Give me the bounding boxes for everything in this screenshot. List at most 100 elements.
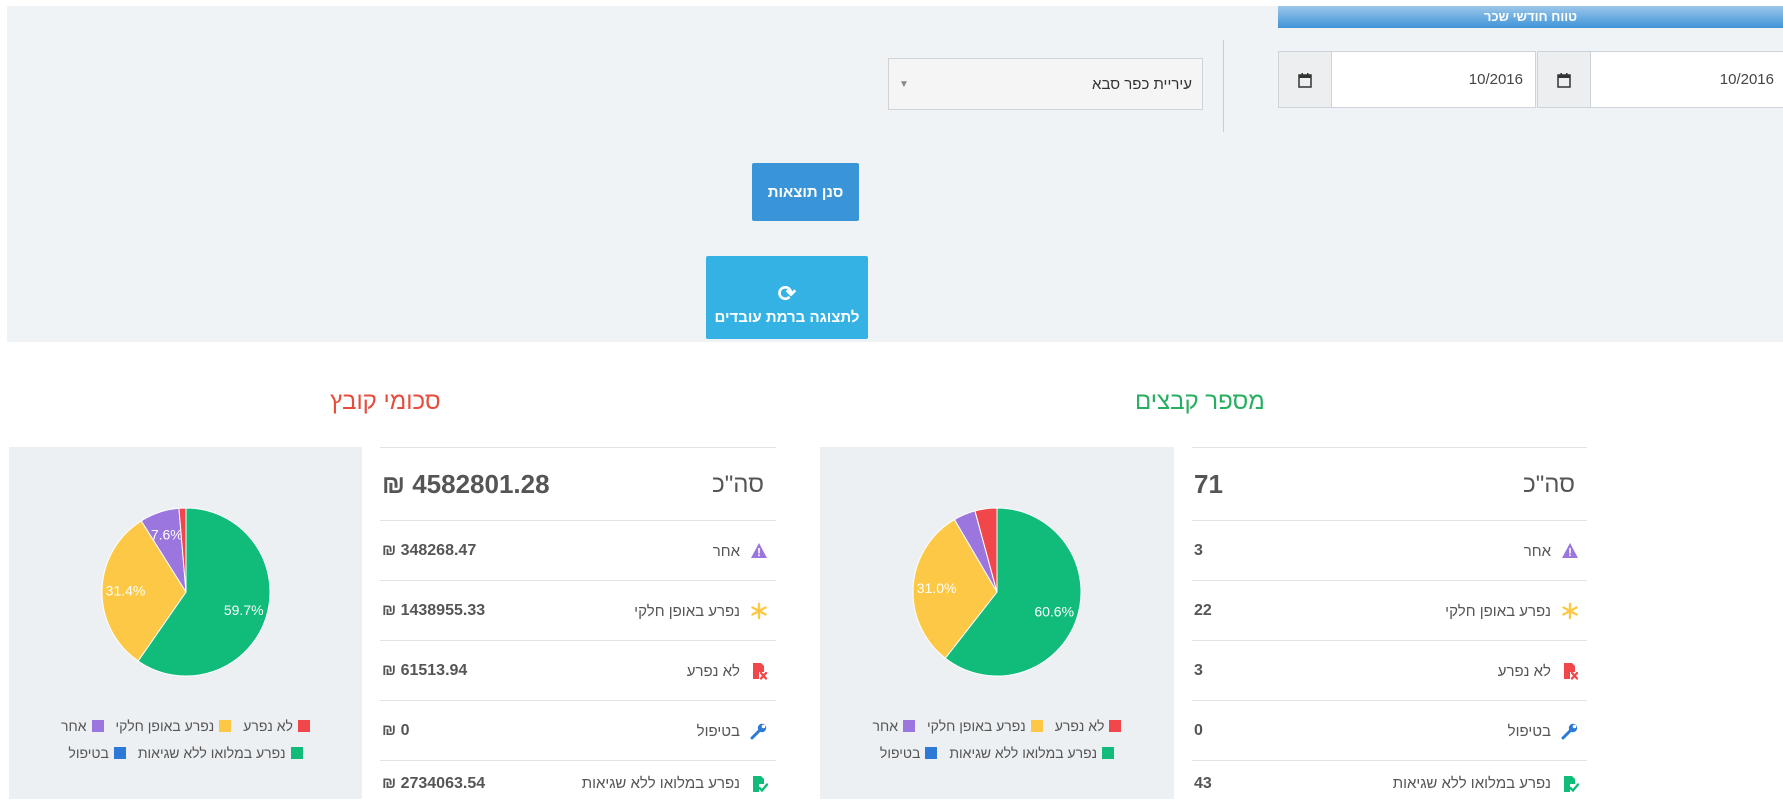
divider — [1223, 40, 1224, 132]
legend-item[interactable]: נפרע במלואו ללא שגיאות — [138, 740, 303, 766]
legend-item[interactable]: לא נפרע — [243, 713, 310, 739]
status-label-wrap: נפרע במלואו ללא שגיאות — [1393, 775, 1587, 793]
pie-slice-label: 59.7% — [224, 602, 264, 618]
status-label-wrap: לא נפרע — [687, 662, 776, 680]
legend-swatch — [1109, 720, 1122, 732]
total-value: 71 — [1194, 469, 1223, 499]
caret-down-icon: ▼ — [899, 78, 909, 90]
wrench-icon — [750, 723, 767, 740]
legend-item[interactable]: נפרע באופן חלקי — [927, 713, 1043, 739]
legend-label: אחר — [61, 718, 87, 734]
status-label-wrap: נפרע במלואו ללא שגיאות — [582, 775, 776, 793]
pie-slice-label: 31.4% — [106, 583, 146, 599]
status-row: נפרע באופן חלקי ₪ 1438955.33 — [380, 580, 776, 641]
total-row: סה"כ 71 — [1192, 447, 1587, 521]
status-label-wrap: נפרע באופן חלקי — [1445, 602, 1587, 620]
legend-swatch — [1030, 720, 1043, 732]
total-value: ₪ 4582801.28 — [382, 469, 550, 499]
legend-label: נפרע באופן חלקי — [927, 718, 1026, 734]
legend-label: נפרע במלואו ללא שגיאות — [137, 745, 286, 761]
file-x-icon — [753, 663, 768, 680]
file-sums-title: סכומי קובץ — [330, 388, 441, 415]
total-row: סה"כ ₪ 4582801.28 — [380, 447, 776, 521]
files-count-table: סה"כ 71 אחר 3 נפרע באופן חלקי 22 לא נפרע 3 בטיפו… — [1192, 447, 1587, 805]
status-row: נפרע במלואו ללא שגיאות 43 — [1192, 760, 1587, 806]
status-label: לא נפרע — [686, 662, 740, 680]
legend-label: בטיפול — [879, 745, 921, 761]
legend-swatch — [113, 747, 126, 759]
status-label: נפרע באופן חלקי — [1445, 602, 1551, 620]
status-value: 3 — [1194, 542, 1203, 559]
legend-item[interactable]: אחר — [61, 713, 104, 739]
chart-legend: לא נפרע נפרע באופן חלקי אחר נפרע במלואו ללא… — [820, 713, 1174, 767]
file-x-icon — [1564, 663, 1579, 680]
legend-label: לא נפרע — [1054, 718, 1105, 734]
filter-results-button[interactable]: סנן תוצאות — [752, 163, 859, 221]
status-value: 3 — [1194, 662, 1203, 679]
legend-item[interactable]: בטיפול — [879, 740, 938, 766]
status-row: נפרע באופן חלקי 22 — [1192, 580, 1587, 641]
status-label: אחר — [712, 542, 740, 560]
legend-item[interactable]: לא נפרע — [1055, 713, 1122, 739]
status-label: לא נפרע — [1497, 662, 1551, 680]
status-label: בטיפול — [696, 722, 740, 740]
date-to-input[interactable]: 10/2016 — [1332, 52, 1535, 107]
status-value: ₪ 0 — [382, 722, 410, 739]
legend-item[interactable]: נפרע במלואו ללא שגיאות — [949, 740, 1115, 766]
wrench-icon — [1561, 723, 1578, 740]
status-label-wrap: נפרע באופן חלקי — [634, 602, 776, 620]
warning-triangle-icon — [751, 543, 767, 558]
status-label: נפרע באופן חלקי — [634, 602, 740, 620]
pie-slice-label: 7.6% — [151, 527, 183, 543]
legend-swatch — [1102, 747, 1115, 759]
employees-view-label: לתצוגה ברמת עובדים — [714, 308, 860, 326]
legend-label: נפרע במלואו ללא שגיאות — [949, 745, 1098, 761]
status-value: ₪ 348268.47 — [382, 542, 477, 559]
legend-swatch — [297, 720, 310, 732]
calendar-button-to[interactable] — [1279, 52, 1332, 107]
municipality-selected: עיריית כפר סבא — [1092, 75, 1192, 93]
file-check-icon — [1564, 775, 1579, 792]
status-row: לא נפרע ₪ 61513.94 — [380, 640, 776, 701]
pie-chart: 59.7% 31.4% 7.6% — [101, 507, 271, 677]
status-label-wrap: בטיפול — [697, 722, 776, 740]
status-row: בטיפול ₪ 0 — [380, 700, 776, 761]
files-count-title: מספר קבצים — [1135, 388, 1265, 415]
legend-item[interactable]: אחר — [873, 713, 915, 739]
status-row: אחר 3 — [1192, 520, 1587, 581]
legend-label: לא נפרע — [243, 718, 293, 734]
calendar-icon — [1298, 72, 1312, 88]
status-label-wrap: בטיפול — [1508, 722, 1587, 740]
status-row: אחר ₪ 348268.47 — [380, 520, 776, 581]
files-count-chart: 60.6% 31.0% לא נפרע נפרע באופן חלקי אחר נפרע … — [820, 447, 1174, 799]
status-value: 22 — [1194, 602, 1212, 619]
status-value: ₪ 1438955.33 — [382, 602, 486, 619]
status-value: ₪ 61513.94 — [382, 662, 468, 679]
status-row: נפרע במלואו ללא שגיאות ₪ 2734063.54 — [380, 760, 776, 806]
legend-item[interactable]: בטיפול — [68, 740, 126, 766]
status-label: בטיפול — [1507, 722, 1551, 740]
asterisk-icon — [751, 602, 767, 620]
calendar-button-from[interactable] — [1538, 52, 1591, 107]
status-label: אחר — [1523, 542, 1551, 560]
date-from-input[interactable]: 10/2016 — [1591, 52, 1783, 107]
file-sums-chart: 59.7% 31.4% 7.6% לא נפרע נפרע באופן חלקי אחר נ… — [9, 447, 362, 799]
municipality-select[interactable]: ▼ עיריית כפר סבא — [888, 58, 1203, 110]
warning-triangle-icon — [1562, 543, 1578, 558]
status-value: 0 — [1194, 722, 1203, 739]
salary-range-header: טווח חודשי שכר — [1278, 6, 1783, 28]
legend-item[interactable]: נפרע באופן חלקי — [116, 713, 232, 739]
employees-view-button[interactable]: ⟳ לתצוגה ברמת עובדים — [706, 256, 868, 339]
status-label: נפרע במלואו ללא שגיאות — [1392, 775, 1551, 792]
pie-chart: 60.6% 31.0% — [912, 507, 1082, 677]
legend-label: נפרע באופן חלקי — [115, 718, 215, 734]
legend-swatch — [91, 720, 104, 732]
status-value: 43 — [1194, 774, 1212, 792]
date-from-group[interactable]: 10/2016 — [1537, 51, 1783, 108]
status-row: בטיפול 0 — [1192, 700, 1587, 761]
pie-slice-label: 31.0% — [917, 580, 957, 596]
status-value: ₪ 2734063.54 — [382, 774, 486, 792]
legend-label: בטיפול — [68, 745, 109, 761]
legend-label: אחר — [872, 718, 898, 734]
date-to-group[interactable]: 10/2016 — [1278, 51, 1536, 108]
